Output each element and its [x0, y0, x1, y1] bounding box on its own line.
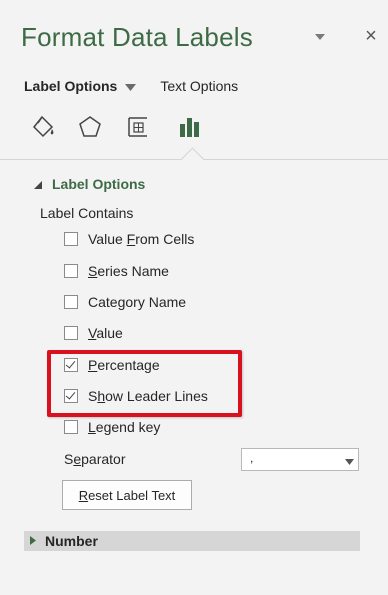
value-checkbox[interactable]: Value	[64, 325, 123, 341]
separator-value: ,	[250, 451, 254, 465]
chevron-down-icon	[345, 454, 354, 468]
value-from-cells-checkbox[interactable]: Value From Cells	[64, 231, 194, 247]
checkbox-box[interactable]	[64, 420, 78, 434]
pane-title: Format Data Labels	[21, 22, 253, 52]
label-options-icon[interactable]	[174, 110, 206, 144]
separator-label: Separator	[64, 451, 126, 467]
checkbox-box-checked[interactable]	[64, 389, 78, 403]
reset-label-text-button[interactable]: Reset Label Text	[62, 480, 192, 510]
checkbox-box[interactable]	[64, 264, 78, 278]
checkbox-label: Legend key	[88, 419, 161, 435]
legend-key-checkbox[interactable]: Legend key	[64, 419, 160, 435]
checkbox-label: Value From Cells	[88, 231, 195, 247]
collapse-triangle-icon	[34, 176, 42, 192]
fill-line-icon[interactable]	[28, 110, 60, 144]
section-title: Label Options	[52, 176, 146, 192]
options-tabs: Label Options Text Options	[24, 78, 238, 94]
percentage-checkbox[interactable]: Percentage	[64, 357, 160, 373]
category-name-checkbox[interactable]: Category Name	[64, 294, 186, 310]
reset-button-label: Reset Label Text	[78, 487, 176, 503]
expand-triangle-icon	[30, 532, 36, 550]
effects-icon[interactable]	[74, 110, 106, 144]
tab-label-options[interactable]: Label Options	[24, 78, 137, 94]
label-options-section-header[interactable]: Label Options	[34, 176, 145, 192]
tab-label: Label Options	[24, 78, 118, 94]
number-section-header[interactable]: Number	[24, 531, 360, 551]
tab-text-options[interactable]: Text Options	[160, 78, 238, 94]
size-properties-icon[interactable]	[122, 110, 154, 144]
pane-options-dropdown[interactable]	[313, 30, 327, 44]
checkbox-box-checked[interactable]	[64, 358, 78, 372]
chevron-down-icon	[315, 34, 325, 40]
checkbox-label: Percentage	[88, 357, 160, 373]
close-pane-button[interactable]: ×	[362, 26, 380, 46]
checkbox-label: Series Name	[88, 263, 169, 279]
checkbox-label: Category Name	[88, 294, 187, 310]
checkbox-box[interactable]	[64, 232, 78, 246]
checkbox-label: Value	[88, 325, 123, 341]
format-data-labels-pane: Format Data Labels × Label Options Text …	[0, 0, 388, 595]
number-section-title: Number	[45, 533, 98, 549]
tab-dropdown-caret-icon[interactable]	[125, 78, 137, 94]
show-leader-lines-checkbox[interactable]: Show Leader Lines	[64, 388, 208, 404]
series-name-checkbox[interactable]: Series Name	[64, 263, 169, 279]
checkbox-box[interactable]	[64, 326, 78, 340]
label-contains-heading: Label Contains	[40, 205, 134, 221]
separator-dropdown[interactable]: ,	[241, 448, 359, 471]
checkbox-box[interactable]	[64, 295, 78, 309]
selected-category-notch	[180, 147, 205, 172]
checkbox-label: Show Leader Lines	[88, 388, 208, 404]
